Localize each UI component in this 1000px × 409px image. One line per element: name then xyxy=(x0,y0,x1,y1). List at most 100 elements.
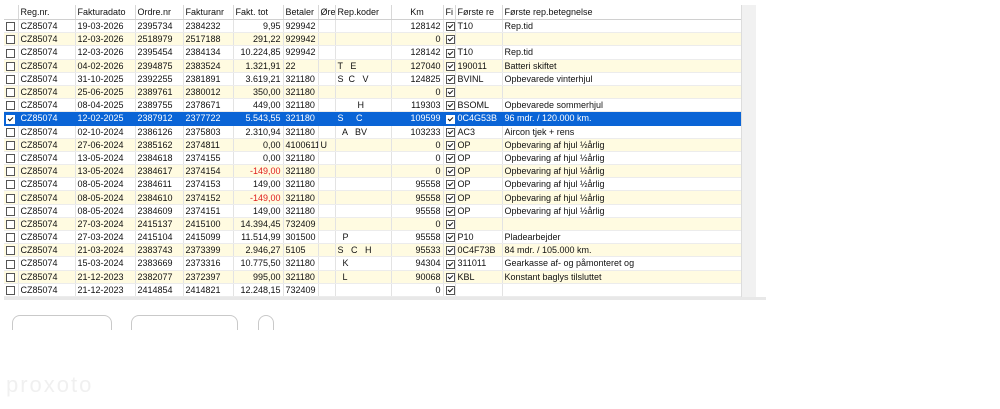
row-checkbox[interactable] xyxy=(6,167,15,177)
row-checkbox-cell[interactable] xyxy=(4,45,19,60)
table-row[interactable]: CZ85074 08-05-2024 2384610 2374152 -149,00 32… xyxy=(4,190,742,205)
row-fi-checkbox[interactable] xyxy=(445,22,454,32)
tab-button-3[interactable] xyxy=(258,315,274,330)
row-checkbox[interactable] xyxy=(6,114,15,124)
row-checkbox[interactable] xyxy=(6,88,15,98)
row-checkbox[interactable] xyxy=(6,140,15,150)
header-payer[interactable]: Betaler xyxy=(283,5,319,20)
row-fi[interactable] xyxy=(443,270,456,284)
vertical-scrollbar[interactable] xyxy=(741,5,756,297)
row-fi-checkbox[interactable] xyxy=(445,35,454,45)
row-checkbox-cell[interactable] xyxy=(4,32,19,47)
table-row[interactable]: CZ85074 08-05-2024 2384611 2374153 149,00 321… xyxy=(4,177,742,192)
row-fi[interactable] xyxy=(443,32,456,47)
row-checkbox[interactable] xyxy=(6,193,15,203)
row-fi-checkbox[interactable] xyxy=(445,167,454,177)
row-checkbox-cell[interactable] xyxy=(4,217,19,232)
table-row[interactable]: CZ85074 02-10-2024 2386126 2375803 2.310,94 3… xyxy=(4,125,742,139)
row-checkbox-cell[interactable] xyxy=(4,125,19,139)
row-checkbox[interactable] xyxy=(6,233,15,243)
row-checkbox-cell[interactable] xyxy=(4,230,19,245)
header-reg[interactable]: Reg.nr. xyxy=(18,5,76,20)
row-checkbox-cell[interactable] xyxy=(4,256,19,271)
row-fi-checkbox[interactable] xyxy=(445,101,454,111)
row-fi[interactable] xyxy=(443,72,456,86)
row-checkbox[interactable] xyxy=(6,22,15,32)
table-row[interactable]: CZ85074 31-10-2025 2392255 2381891 3.619,21 3… xyxy=(4,72,742,86)
row-fi-checkbox[interactable] xyxy=(445,140,454,150)
row-checkbox[interactable] xyxy=(6,285,15,295)
row-fi[interactable] xyxy=(443,230,456,245)
row-checkbox-cell[interactable] xyxy=(4,190,19,205)
table-row[interactable]: CZ85074 08-05-2024 2384609 2374151 149,00 321… xyxy=(4,204,742,218)
row-checkbox[interactable] xyxy=(6,48,15,58)
row-fi-checkbox[interactable] xyxy=(445,61,454,71)
table-row[interactable]: CZ85074 25-06-2025 2389761 2380012 350,00 321… xyxy=(4,85,742,100)
row-fi[interactable] xyxy=(443,217,456,232)
row-checkbox[interactable] xyxy=(6,154,15,164)
table-row[interactable]: CZ85074 27-03-2024 2415137 2415100 14.394,45… xyxy=(4,217,742,232)
row-fi[interactable] xyxy=(443,111,456,126)
header-codes[interactable]: Rep.koder xyxy=(335,5,392,20)
row-fi[interactable] xyxy=(443,190,456,205)
row-checkbox-cell[interactable] xyxy=(4,138,19,152)
row-fi-checkbox[interactable] xyxy=(445,127,454,137)
row-checkbox[interactable] xyxy=(6,61,15,71)
row-fi-checkbox[interactable] xyxy=(445,206,454,216)
row-fi[interactable] xyxy=(443,283,456,297)
tab-button-1[interactable] xyxy=(12,315,112,330)
row-fi[interactable] xyxy=(443,19,456,34)
row-checkbox-cell[interactable] xyxy=(4,164,19,179)
row-fi-checkbox[interactable] xyxy=(445,246,454,256)
row-fi[interactable] xyxy=(443,204,456,218)
row-fi[interactable] xyxy=(443,125,456,139)
row-checkbox[interactable] xyxy=(6,206,15,216)
header-invoice[interactable]: Fakturanr xyxy=(183,5,234,20)
table-row[interactable]: CZ85074 12-03-2026 2395454 2384134 10.224,85… xyxy=(4,45,742,60)
table-row[interactable]: CZ85074 13-05-2024 2384618 2374155 0,00 32118… xyxy=(4,151,742,166)
row-checkbox[interactable] xyxy=(6,246,15,256)
row-checkbox[interactable] xyxy=(6,259,15,269)
table-row[interactable]: CZ85074 12-02-2025 2387912 2377722 5.543,55 3… xyxy=(4,111,742,126)
row-checkbox-cell[interactable] xyxy=(4,204,19,218)
row-checkbox-cell[interactable] xyxy=(4,19,19,34)
row-fi-checkbox[interactable] xyxy=(445,272,454,282)
table-row[interactable]: CZ85074 27-06-2024 2385162 2374811 0,00 41006… xyxy=(4,138,742,152)
header-date[interactable]: Fakturadato xyxy=(75,5,136,20)
row-fi[interactable] xyxy=(443,59,456,73)
row-fi[interactable] xyxy=(443,85,456,100)
table-row[interactable]: CZ85074 27-03-2024 2415104 2415099 11.514,99… xyxy=(4,230,742,245)
row-checkbox-cell[interactable] xyxy=(4,85,19,100)
table-row[interactable]: CZ85074 04-02-2026 2394875 2383524 1.321,91 2… xyxy=(4,59,742,73)
row-checkbox-cell[interactable] xyxy=(4,59,19,73)
row-checkbox[interactable] xyxy=(6,74,15,84)
header-select[interactable] xyxy=(4,5,19,20)
row-checkbox-cell[interactable] xyxy=(4,177,19,192)
row-fi-checkbox[interactable] xyxy=(445,259,454,269)
header-first[interactable]: Første re xyxy=(455,5,503,20)
row-checkbox[interactable] xyxy=(6,220,15,230)
row-fi[interactable] xyxy=(443,177,456,192)
row-checkbox[interactable] xyxy=(6,180,15,190)
row-checkbox-cell[interactable] xyxy=(4,283,19,297)
table-row[interactable]: CZ85074 08-04-2025 2389755 2378671 449,00 321… xyxy=(4,98,742,113)
row-checkbox-cell[interactable] xyxy=(4,111,19,126)
row-fi[interactable] xyxy=(443,98,456,113)
row-checkbox-cell[interactable] xyxy=(4,72,19,86)
table-row[interactable]: CZ85074 19-03-2026 2395734 2384232 9,95 92994… xyxy=(4,19,742,34)
row-checkbox[interactable] xyxy=(6,35,15,45)
row-fi-checkbox[interactable] xyxy=(445,114,454,124)
row-checkbox-cell[interactable] xyxy=(4,151,19,166)
row-checkbox[interactable] xyxy=(6,127,15,137)
row-checkbox[interactable] xyxy=(6,272,15,282)
row-fi-checkbox[interactable] xyxy=(445,193,454,203)
row-fi-checkbox[interactable] xyxy=(445,220,454,230)
header-fi[interactable]: Fi xyxy=(443,5,456,20)
row-checkbox[interactable] xyxy=(6,101,15,111)
row-fi-checkbox[interactable] xyxy=(445,88,454,98)
row-fi[interactable] xyxy=(443,151,456,166)
row-fi[interactable] xyxy=(443,256,456,271)
table-row[interactable]: CZ85074 21-12-2023 2414854 2414821 12.248,15… xyxy=(4,283,742,297)
row-fi-checkbox[interactable] xyxy=(445,154,454,164)
row-fi[interactable] xyxy=(443,138,456,152)
